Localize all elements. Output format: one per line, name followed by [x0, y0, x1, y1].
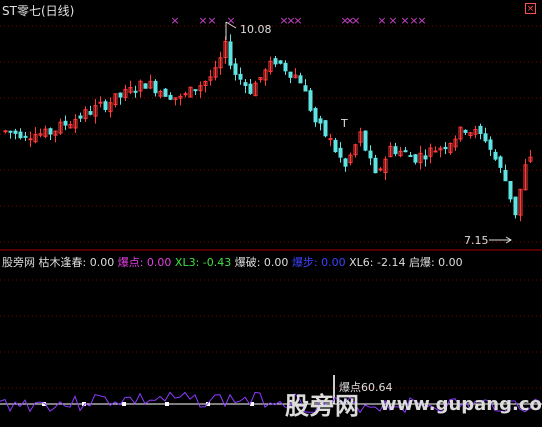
candle-body	[133, 90, 138, 93]
low-price-label: 7.15	[464, 234, 489, 247]
signal-marker: ×	[293, 14, 302, 27]
candle-body	[298, 75, 303, 84]
candle-body	[343, 158, 348, 167]
candle-body	[318, 118, 323, 124]
candle-body	[103, 101, 108, 110]
chart-canvas: × × × × ××× ××× × × × ×× 10.087.15T 爆点60.64	[0, 14, 542, 414]
candle-body	[488, 139, 493, 150]
candle-body	[88, 111, 93, 115]
candle-body	[183, 93, 188, 96]
baseline-marker	[122, 402, 126, 406]
watermark-logo: 股旁网	[285, 392, 360, 420]
candle-body	[168, 94, 173, 100]
candle-body	[283, 62, 288, 72]
candle-body	[303, 85, 308, 92]
signal-marker: ×	[400, 14, 409, 27]
candle-body	[408, 155, 413, 158]
candle-body	[423, 155, 428, 160]
candle-body	[238, 73, 243, 80]
candle-body	[153, 80, 158, 94]
candle-body	[478, 125, 483, 135]
candle-body	[338, 147, 343, 158]
candle-body	[413, 154, 418, 163]
chart-title: ST零七(日线)	[2, 4, 75, 18]
candle-body	[23, 135, 28, 138]
candle-body	[378, 168, 383, 171]
candle-body	[328, 138, 333, 141]
candle-body	[333, 139, 338, 153]
candle-body	[503, 169, 508, 182]
chart-stage: × × × × × × × × × × × × × × × 10.08 7.15 T 爆点60.64 ST零七(…	[0, 0, 542, 427]
candle-body	[228, 41, 233, 66]
signal-marker: ×	[207, 14, 216, 27]
watermark-url: www.gupang.com	[380, 394, 542, 415]
candle-body	[368, 150, 373, 159]
indicator-item: XL6: -2.14	[349, 256, 409, 269]
signal-marker: ×	[377, 14, 386, 27]
candle-body	[498, 156, 503, 168]
candle-body	[288, 71, 293, 78]
candle-body	[28, 138, 33, 141]
candle-body	[163, 88, 168, 97]
candle-body	[433, 150, 438, 153]
candle-body	[308, 90, 313, 111]
candle-body	[48, 128, 53, 135]
candle-body	[13, 130, 18, 134]
high-price-label: 10.08	[240, 23, 272, 36]
baseline-marker	[165, 402, 169, 406]
signal-marker: ×	[170, 14, 179, 27]
candle-body	[393, 146, 398, 155]
close-icon[interactable]: ×	[525, 3, 536, 14]
indicator-item: 枯木逢春: 0.00	[38, 256, 118, 269]
candle-body	[243, 82, 248, 86]
signal-marker: ×	[198, 14, 207, 27]
indicator-item: 爆步: 0.00	[291, 256, 350, 269]
candle-body	[63, 120, 68, 126]
candle-body	[8, 130, 13, 133]
indicator-item: 启爆: 0.00	[408, 256, 463, 269]
candle-body	[493, 151, 498, 160]
candle-body	[78, 115, 83, 119]
candle-body	[483, 133, 488, 142]
candle-body	[463, 129, 468, 133]
signal-marker: ×	[388, 14, 397, 27]
candle-body	[278, 60, 283, 64]
candle-body	[513, 196, 518, 216]
candle-body	[273, 58, 278, 65]
candle-body	[233, 63, 238, 75]
indicator-item: 股旁网	[2, 256, 39, 269]
candle-body	[323, 120, 328, 137]
candle-body	[443, 146, 448, 150]
t-marker: T	[340, 117, 348, 130]
indicator-item: 爆破: 0.00	[234, 256, 292, 269]
signal-marker: ×	[417, 14, 426, 27]
candle-body	[3, 130, 8, 133]
candle-body	[193, 89, 198, 92]
signal-marker: ×	[351, 14, 360, 27]
indicator-item: XL3: -0.43	[174, 256, 235, 269]
indicator-item: 爆点: 0.00	[117, 256, 175, 269]
candle-body	[143, 83, 148, 89]
candle-body	[118, 92, 123, 98]
candle-body	[98, 101, 103, 104]
candle-body	[248, 83, 253, 94]
indicator-legend: 股旁网 枯木逢春: 0.00 爆点: 0.00 XL3: -0.43 爆破: 0…	[2, 254, 463, 270]
candle-body	[18, 131, 23, 139]
candle-body	[363, 130, 368, 151]
candle-body	[373, 157, 378, 174]
candle-body	[403, 150, 408, 153]
candle-body	[508, 180, 513, 200]
candle-body	[313, 107, 318, 123]
